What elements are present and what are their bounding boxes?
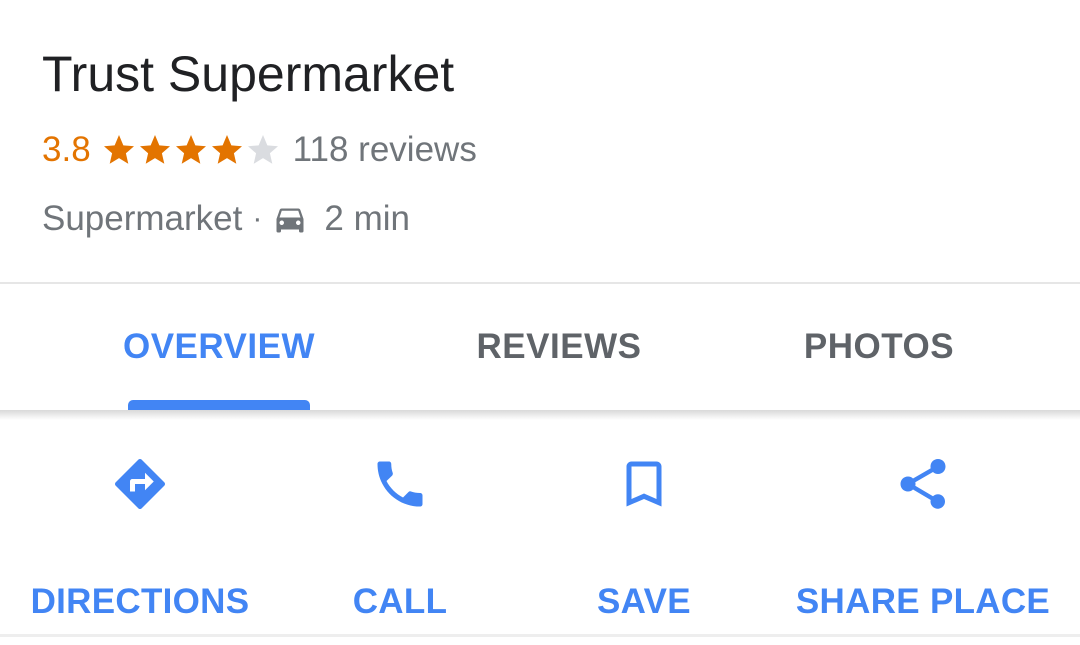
tab-overview[interactable]: OVERVIEW <box>80 284 358 410</box>
separator-dot: · <box>252 202 263 235</box>
star-filled-icon <box>139 135 170 164</box>
phone-icon <box>377 461 423 507</box>
place-category: Supermarket <box>42 199 243 238</box>
tab-reviews[interactable]: REVIEWS <box>420 284 698 410</box>
meta-row: Supermarket · 2 min <box>42 196 410 242</box>
rating-row[interactable]: 3.8 118 reviews <box>42 128 477 172</box>
car-icon <box>276 208 304 233</box>
save-button[interactable]: SAVE <box>544 420 744 634</box>
star-rating <box>101 132 281 168</box>
bookmark-icon <box>626 461 662 507</box>
directions-button[interactable]: DIRECTIONS <box>20 420 260 634</box>
drive-time: 2 min <box>324 199 410 238</box>
bottom-divider <box>0 634 1080 637</box>
place-name: Trust Supermarket <box>42 46 455 102</box>
tab-bar: OVERVIEW REVIEWS PHOTOS <box>0 284 1080 410</box>
call-button[interactable]: CALL <box>300 420 500 634</box>
active-tab-indicator <box>128 400 310 410</box>
star-empty-icon <box>247 135 278 164</box>
star-filled-icon <box>211 135 242 164</box>
place-header: Trust Supermarket 3.8 118 reviews Superm… <box>0 0 1080 283</box>
star-filled-icon <box>175 135 206 164</box>
action-bar: DIRECTIONS CALL SAVE SHARE PLACE <box>0 420 1080 634</box>
save-label: SAVE <box>597 582 691 621</box>
share-place-label: SHARE PLACE <box>795 582 1051 621</box>
directions-icon <box>115 459 165 509</box>
reviews-count: 118 reviews <box>292 130 477 169</box>
tab-photos[interactable]: PHOTOS <box>740 284 1018 410</box>
share-icon <box>900 459 946 509</box>
tab-bar-shadow <box>0 410 1080 420</box>
star-filled-icon <box>103 135 134 164</box>
directions-label: DIRECTIONS <box>30 582 250 621</box>
call-label: CALL <box>352 582 448 621</box>
share-place-button[interactable]: SHARE PLACE <box>790 420 1056 634</box>
rating-value: 3.8 <box>42 130 91 169</box>
